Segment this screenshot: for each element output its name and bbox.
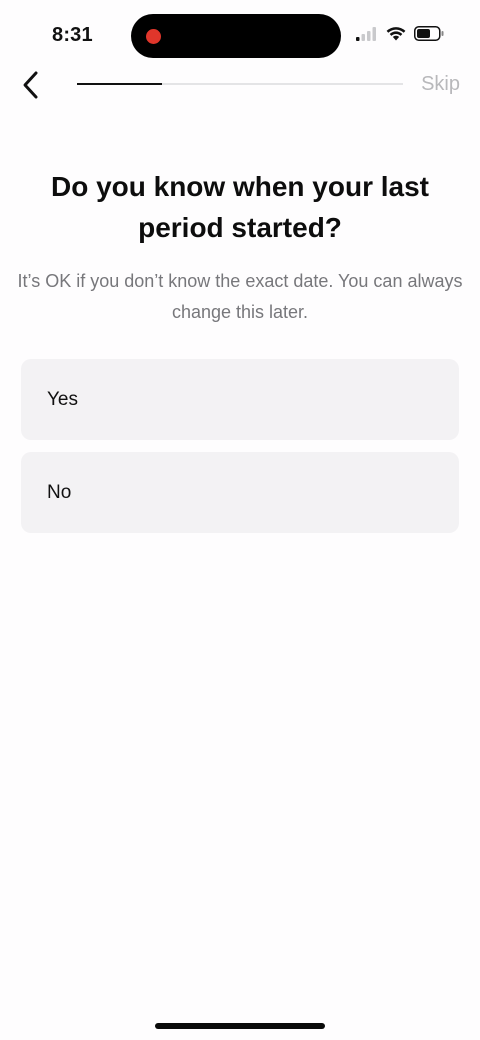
option-yes-button[interactable]: Yes (21, 359, 459, 440)
status-time: 8:31 (52, 24, 93, 46)
home-indicator[interactable] (155, 1023, 325, 1029)
option-label: Yes (47, 388, 78, 410)
question-subtitle: It’s OK if you don’t know the exact date… (17, 271, 463, 322)
chevron-left-icon (23, 71, 38, 99)
onboarding-screen: 8:31 Skip Do you know when your last per… (0, 0, 480, 1040)
battery-icon (414, 26, 444, 41)
progress-bar-fill (77, 83, 162, 85)
progress-bar (77, 83, 403, 85)
wifi-icon (386, 27, 406, 41)
option-no-button[interactable]: No (21, 452, 459, 533)
question-title: Do you know when your last period starte… (50, 171, 430, 243)
answer-options: Yes No (21, 359, 459, 545)
status-icons (356, 26, 444, 41)
skip-button[interactable]: Skip (421, 73, 460, 96)
option-label: No (47, 481, 72, 503)
dynamic-island (131, 14, 341, 58)
cellular-signal-icon (356, 26, 376, 41)
back-button[interactable] (14, 66, 48, 104)
status-bar: 8:31 (0, 0, 480, 70)
onboarding-nav: Skip (0, 62, 480, 108)
recording-indicator-icon (146, 29, 161, 44)
